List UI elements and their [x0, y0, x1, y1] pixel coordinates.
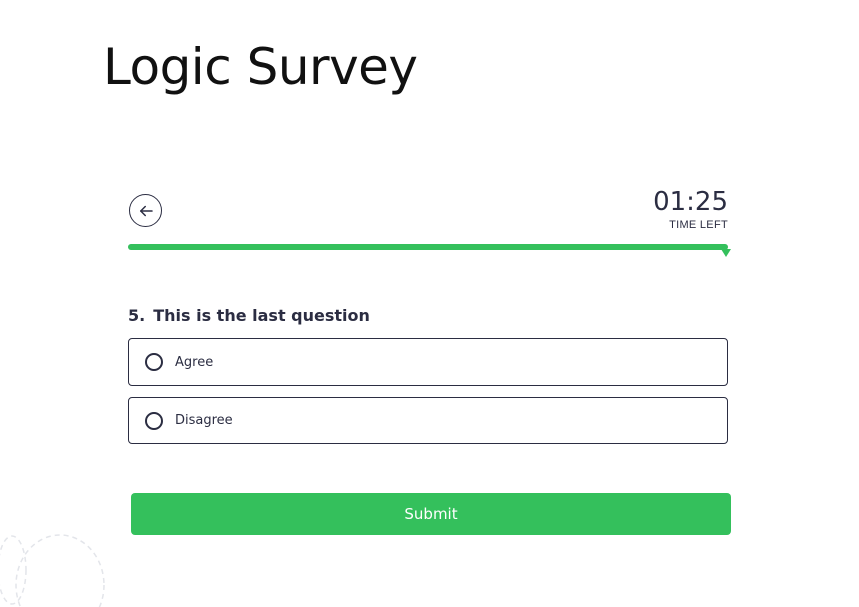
arrow-left-icon: [139, 205, 153, 216]
progress-bar-fill: [128, 244, 728, 250]
option-agree[interactable]: Agree: [128, 338, 728, 386]
timer-value: 01:25: [653, 187, 728, 217]
question-number: 5.: [128, 306, 146, 325]
progress-bar: [128, 244, 728, 250]
option-label: Agree: [175, 354, 214, 370]
submit-button[interactable]: Submit: [131, 493, 731, 535]
radio-agree[interactable]: [145, 353, 163, 371]
back-button[interactable]: [129, 194, 162, 227]
timer-label: TIME LEFT: [669, 218, 728, 231]
page-title: Logic Survey: [103, 38, 418, 96]
question-heading: 5. This is the last question: [128, 306, 370, 325]
question-text: This is the last question: [153, 306, 370, 325]
option-label: Disagree: [175, 413, 233, 428]
decorative-circle-icon: [0, 534, 105, 607]
progress-marker-icon: [721, 249, 731, 257]
radio-disagree[interactable]: [145, 411, 163, 430]
survey-page: Logic Survey 01:25 TIME LEFT 5. This is t…: [0, 0, 859, 607]
countdown-timer: 01:25 TIME LEFT: [653, 188, 728, 231]
option-disagree[interactable]: Disagree: [128, 397, 728, 444]
